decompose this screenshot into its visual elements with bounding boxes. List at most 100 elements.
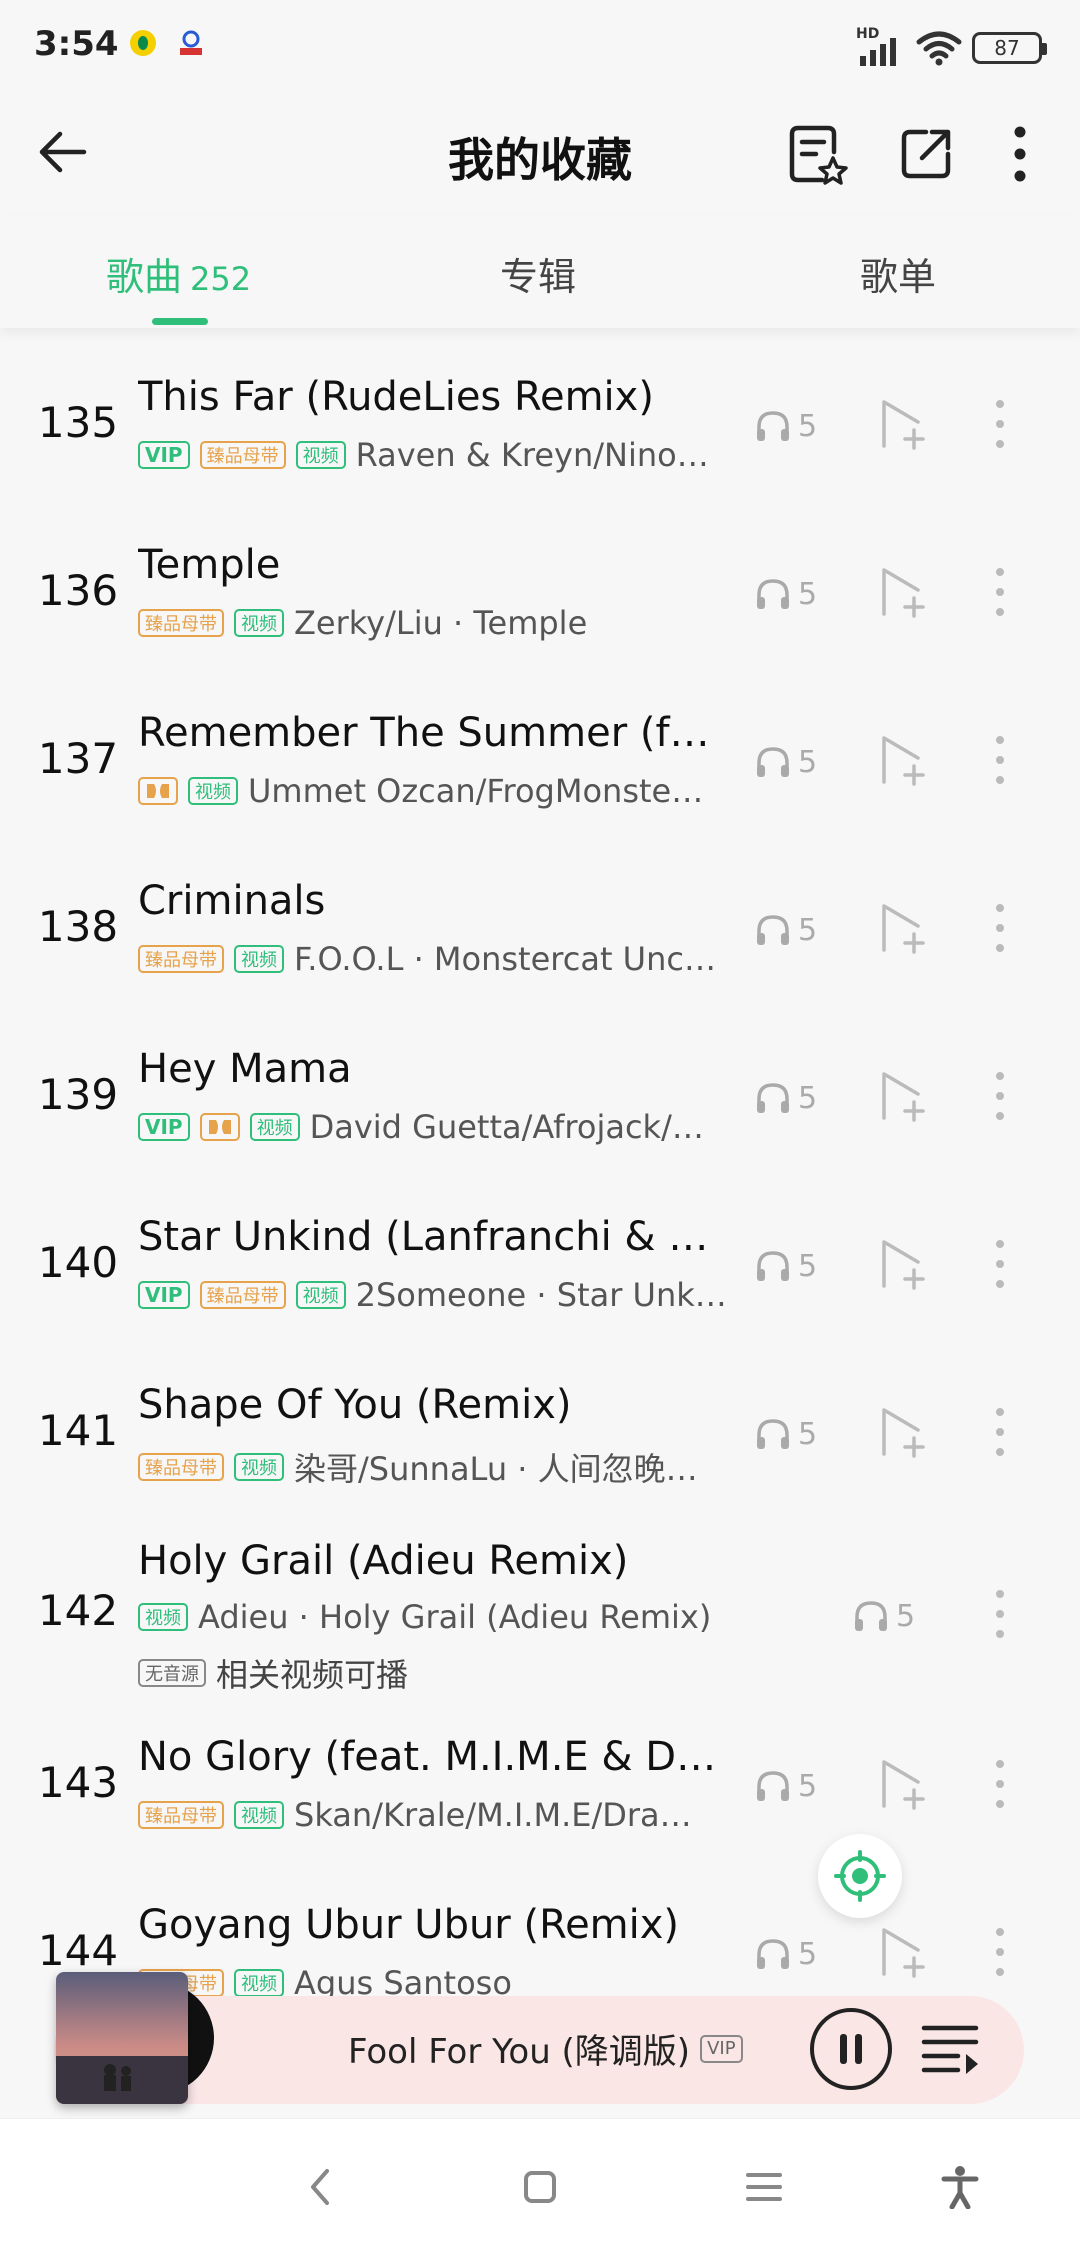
- song-title: Star Unkind (Lanfranchi & F…: [138, 1214, 728, 1260]
- song-row[interactable]: 142 Holy Grail (Adieu Remix) 视频 Adieu · …: [0, 1516, 1080, 1712]
- song-meta: VIP 臻品母带 视频 2Someone · Star Unk…: [138, 1276, 728, 1314]
- add-to-playlist-icon[interactable]: [876, 900, 932, 956]
- manage-favorites-button[interactable]: [780, 118, 852, 190]
- headphones-icon: [757, 411, 789, 441]
- wifi-icon: [916, 31, 962, 66]
- song-title: Criminals: [138, 878, 326, 924]
- app-notification-icon: [180, 30, 202, 55]
- listen-count: 5: [754, 1076, 844, 1120]
- artist-album: 染哥/SunnaLu · 人间忽晚…: [294, 1450, 698, 1488]
- song-more-button[interactable]: [980, 1404, 1020, 1460]
- song-more-button[interactable]: [980, 900, 1020, 956]
- headphones-icon: [757, 1939, 789, 1969]
- song-more-button[interactable]: [980, 396, 1020, 452]
- availability-text: 相关视频可播: [216, 1656, 409, 1694]
- listen-count: 5: [754, 1764, 844, 1808]
- listen-count-value: 5: [798, 1248, 818, 1284]
- nav-back-button[interactable]: [292, 2159, 348, 2215]
- listen-count: 5: [852, 1594, 942, 1638]
- listen-count-value: 5: [798, 744, 818, 780]
- nav-home-button[interactable]: [512, 2159, 568, 2215]
- master-quality-tag: 臻品母带: [138, 1801, 224, 1829]
- now-playing[interactable]: Fool For You (降调版) VIP: [348, 2024, 753, 2073]
- tab-playlists[interactable]: 歌单: [860, 246, 936, 301]
- song-row[interactable]: 140 Star Unkind (Lanfranchi & F… VIP 臻品母…: [0, 1180, 1080, 1348]
- header: 我的收藏: [0, 96, 1080, 216]
- listen-count: 5: [754, 572, 844, 616]
- artist-album: David Guetta/Afrojack/…: [309, 1108, 704, 1146]
- share-button[interactable]: [890, 118, 962, 190]
- song-row[interactable]: 137 Remember The Summer (f… 视频 Ummet Ozc…: [0, 676, 1080, 844]
- listen-count: 5: [754, 404, 844, 448]
- master-quality-tag: 臻品母带: [138, 609, 224, 637]
- song-row[interactable]: 143 No Glory (feat. M.I.M.E & Dr… 臻品母带 视…: [0, 1712, 1080, 1880]
- playlist-queue-icon[interactable]: [920, 2018, 982, 2080]
- locate-icon: [834, 1850, 886, 1902]
- dolby-icon: [199, 1113, 240, 1141]
- song-more-button[interactable]: [980, 732, 1020, 788]
- song-meta: VIP 视频 David Guetta/Afrojack/…: [138, 1108, 728, 1146]
- listen-count-value: 5: [798, 1768, 818, 1804]
- song-row[interactable]: 136 Temple 臻品母带 视频 Zerky/Liu · Temple 5: [0, 508, 1080, 676]
- add-to-playlist-icon[interactable]: [876, 1924, 932, 1980]
- tab-label: 专辑: [500, 255, 577, 299]
- pause-button[interactable]: [810, 2008, 892, 2090]
- song-row[interactable]: 139 Hey Mama VIP 视频 David Guetta/Afrojac…: [0, 1012, 1080, 1180]
- listen-count-value: 5: [798, 1416, 818, 1452]
- add-to-playlist-icon[interactable]: [876, 1756, 932, 1812]
- now-playing-title: Fool For You (降调版): [348, 2032, 691, 2072]
- song-more-button[interactable]: [980, 1068, 1020, 1124]
- accessibility-icon: [941, 2166, 979, 2209]
- battery-icon: 87: [972, 32, 1047, 64]
- song-number: 141: [37, 1406, 119, 1455]
- headphones-icon: [757, 1083, 789, 1113]
- signal-icon: [860, 38, 896, 66]
- listen-count: 5: [754, 740, 844, 784]
- album-art[interactable]: [56, 1972, 188, 2104]
- tab-bar: 歌曲 252 专辑 歌单: [0, 216, 1080, 328]
- song-title: Remember The Summer (f…: [138, 710, 710, 756]
- add-to-playlist-icon[interactable]: [876, 1404, 932, 1460]
- artist-album: Adieu · Holy Grail (Adieu Remix): [198, 1598, 712, 1636]
- master-quality-tag: 臻品母带: [138, 1453, 224, 1481]
- listen-count: 5: [754, 908, 844, 952]
- song-row[interactable]: 141 Shape Of You (Remix) 臻品母带 视频 染哥/Sunn…: [0, 1348, 1080, 1516]
- nav-accessibility-button[interactable]: [932, 2159, 988, 2215]
- system-navigation-bar: [0, 2118, 1080, 2248]
- tab-albums[interactable]: 专辑: [500, 246, 576, 301]
- headphones-icon: [757, 1771, 789, 1801]
- more-options-button[interactable]: [984, 118, 1056, 190]
- add-to-playlist-icon[interactable]: [876, 396, 932, 452]
- no-source-tag: 无音源: [138, 1659, 206, 1687]
- tab-songs[interactable]: 歌曲 252: [106, 246, 251, 301]
- song-more-button[interactable]: [980, 1236, 1020, 1292]
- listen-count-value: 5: [798, 576, 818, 612]
- artist-album: Zerky/Liu · Temple: [294, 604, 588, 642]
- list-star-icon: [789, 125, 848, 185]
- song-title: Shape Of You (Remix): [138, 1382, 572, 1428]
- pause-icon: [840, 2034, 862, 2064]
- song-more-button[interactable]: [980, 1586, 1020, 1642]
- song-more-button[interactable]: [980, 1924, 1020, 1980]
- menu-icon: [746, 2173, 782, 2201]
- nav-recents-button[interactable]: [736, 2159, 792, 2215]
- song-title: Hey Mama: [138, 1046, 352, 1092]
- video-tag: 视频: [234, 1801, 284, 1829]
- dolby-icon: [138, 777, 178, 805]
- song-more-button[interactable]: [980, 1756, 1020, 1812]
- song-number: 137: [37, 734, 119, 783]
- song-number: 138: [37, 902, 119, 951]
- add-to-playlist-icon[interactable]: [876, 732, 932, 788]
- add-to-playlist-icon[interactable]: [876, 1236, 932, 1292]
- chevron-left-icon: [311, 2169, 329, 2205]
- song-row[interactable]: 138 Criminals 臻品母带 视频 F.O.O.L · Monsterc…: [0, 844, 1080, 1012]
- add-to-playlist-icon[interactable]: [876, 1068, 932, 1124]
- song-row[interactable]: 135 This Far (RudeLies Remix) VIP 臻品母带 视…: [0, 340, 1080, 508]
- song-more-button[interactable]: [980, 564, 1020, 620]
- artist-album: Skan/Krale/M.I.M.E/Dra…: [294, 1796, 692, 1834]
- locate-current-song-button[interactable]: [818, 1834, 902, 1918]
- add-to-playlist-icon[interactable]: [876, 564, 932, 620]
- video-tag: 视频: [249, 1113, 300, 1141]
- availability-note: 无音源 相关视频可播: [138, 1650, 408, 1696]
- song-title: Holy Grail (Adieu Remix): [138, 1538, 629, 1584]
